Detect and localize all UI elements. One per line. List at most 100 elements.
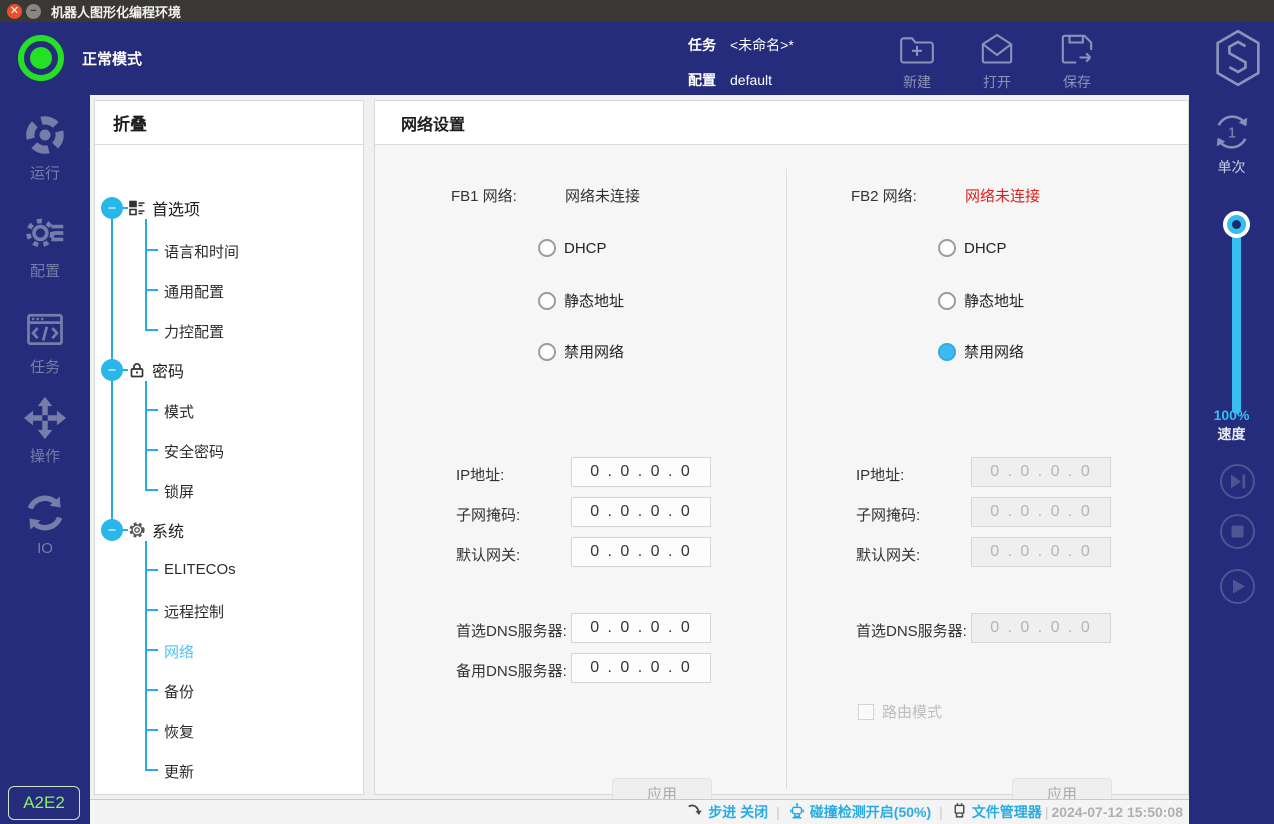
file-manager-button[interactable]: 文件管理器	[951, 802, 1042, 822]
fb1-dns1-input[interactable]	[571, 613, 711, 643]
fb1-mask-label: 子网掩码:	[456, 504, 520, 525]
fb2-ip-input[interactable]	[971, 457, 1111, 487]
fb1-ip-input[interactable]	[571, 457, 711, 487]
speed-label: 速度	[1189, 424, 1274, 444]
open-task-button[interactable]: 打开	[964, 30, 1030, 92]
radio-icon[interactable]	[938, 239, 956, 257]
file-manager-icon	[951, 802, 972, 822]
nav-item-run[interactable]: 运行	[0, 113, 90, 183]
brand-logo	[1212, 28, 1264, 93]
tree-item-restore[interactable]: 恢复	[164, 721, 194, 742]
move-arrows-icon	[0, 396, 90, 440]
fb2-dns1-input[interactable]	[971, 613, 1111, 643]
new-label: 新建	[884, 72, 950, 92]
radio-icon[interactable]	[538, 343, 556, 361]
task-label: 任务	[688, 35, 716, 55]
tree-item-update[interactable]: 更新	[164, 761, 194, 782]
fb2-network-status: 网络未连接	[965, 185, 1040, 206]
settings-tree: − 首选项 语言和时间 通用配置 力控配置 −	[95, 145, 363, 794]
save-task-button[interactable]: 保存	[1044, 30, 1110, 92]
system-clock: 2024-07-12 15:50:08	[1051, 804, 1183, 820]
fb1-radio-static[interactable]: 静态地址	[538, 290, 624, 311]
close-button[interactable]: ✕	[7, 4, 22, 19]
nav-item-task[interactable]: 任务	[0, 307, 90, 377]
stop-icon	[1219, 537, 1256, 554]
fb1-dns1-label: 首选DNS服务器:	[456, 620, 567, 641]
fb2-radio-disable[interactable]: 禁用网络	[938, 341, 1024, 362]
tree-item-network[interactable]: 网络	[164, 641, 194, 662]
tree-group-label[interactable]: 系统	[152, 518, 184, 542]
tree-line	[145, 219, 147, 330]
radio-icon[interactable]	[538, 292, 556, 310]
play-icon	[1219, 592, 1256, 609]
skip-next-icon	[1219, 487, 1256, 504]
play-button[interactable]	[1219, 568, 1256, 605]
tree-line	[145, 769, 158, 771]
tree-item-elitecos[interactable]: ELITECOs	[164, 561, 236, 578]
tree-item-lock-screen[interactable]: 锁屏	[164, 481, 194, 502]
new-task-button[interactable]: 新建	[884, 30, 950, 92]
fb1-radio-dhcp[interactable]: DHCP	[538, 239, 607, 257]
collapse-icon[interactable]: −	[101, 359, 123, 381]
tree-group-label[interactable]: 首选项	[152, 196, 200, 220]
mode-label: 正常模式	[82, 48, 142, 69]
fb1-radio-disable[interactable]: 禁用网络	[538, 341, 624, 362]
speed-percentage: 100%	[1189, 407, 1274, 423]
tree-line	[145, 649, 158, 651]
tree-item-mode[interactable]: 模式	[164, 401, 194, 422]
svg-text:1: 1	[1228, 125, 1236, 141]
save-icon	[1044, 30, 1110, 70]
collision-detect-status[interactable]: 碰撞检测开启(50%)	[788, 802, 931, 823]
fb2-route-mode-checkbox[interactable]: 路由模式	[858, 701, 942, 722]
collapse-icon[interactable]: −	[101, 197, 123, 219]
radio-icon[interactable]	[938, 343, 956, 361]
speed-slider-handle[interactable]	[1223, 211, 1250, 238]
nav-label-io: IO	[0, 540, 90, 557]
fb2-radio-static[interactable]: 静态地址	[938, 290, 1024, 311]
fb1-network-status: 网络未连接	[565, 185, 640, 206]
config-value: default	[730, 72, 772, 88]
window-titlebar: ✕ − 机器人图形化编程环境	[0, 0, 1274, 22]
fb1-dns2-label: 备用DNS服务器:	[456, 660, 567, 681]
fb2-ip-label: IP地址:	[856, 464, 904, 485]
run-once-control[interactable]: 1 单次	[1189, 111, 1274, 177]
tree-item-general-config[interactable]: 通用配置	[164, 281, 224, 302]
nav-label-run: 运行	[0, 162, 90, 183]
fb1-dns2-input[interactable]	[571, 653, 711, 683]
fb1-mask-input[interactable]	[571, 497, 711, 527]
right-control-rail: 1 单次 100% 速度	[1189, 95, 1274, 824]
single-label: 单次	[1189, 157, 1274, 177]
fb2-gateway-input[interactable]	[971, 537, 1111, 567]
stop-button[interactable]	[1219, 513, 1256, 550]
nav-item-operate[interactable]: 操作	[0, 396, 90, 466]
fb2-network-label: FB2 网络:	[851, 185, 917, 206]
radio-icon[interactable]	[538, 239, 556, 257]
mode-indicator: 正常模式	[18, 35, 142, 81]
fb1-gateway-input[interactable]	[571, 537, 711, 567]
tree-item-backup[interactable]: 备份	[164, 681, 194, 702]
minimize-button[interactable]: −	[26, 4, 41, 19]
tree-line	[145, 729, 158, 731]
tree-panel-title[interactable]: 折叠	[95, 101, 363, 145]
run-icon	[0, 113, 90, 157]
tree-item-force-config[interactable]: 力控配置	[164, 321, 224, 342]
tree-line	[145, 569, 158, 571]
tree-line	[145, 249, 158, 251]
fb2-mask-input[interactable]	[971, 497, 1111, 527]
radio-icon[interactable]	[938, 292, 956, 310]
tree-group-label[interactable]: 密码	[152, 358, 184, 382]
nav-item-config[interactable]: 配置	[0, 211, 90, 281]
fb1-network-label: FB1 网络:	[451, 185, 517, 206]
fb1-ip-label: IP地址:	[456, 464, 504, 485]
step-mode-status[interactable]: 步进 关闭	[686, 802, 768, 823]
fb2-mask-label: 子网掩码:	[856, 504, 920, 525]
tree-item-remote-control[interactable]: 远程控制	[164, 601, 224, 622]
tree-item-language-time[interactable]: 语言和时间	[164, 241, 239, 262]
checkbox-icon[interactable]	[858, 704, 874, 720]
speed-slider-track[interactable]	[1232, 222, 1241, 414]
step-next-button[interactable]	[1219, 463, 1256, 500]
nav-item-io[interactable]: IO	[0, 491, 90, 557]
collapse-icon[interactable]: −	[101, 519, 123, 541]
fb2-radio-dhcp[interactable]: DHCP	[938, 239, 1007, 257]
tree-item-safety-password[interactable]: 安全密码	[164, 441, 224, 462]
